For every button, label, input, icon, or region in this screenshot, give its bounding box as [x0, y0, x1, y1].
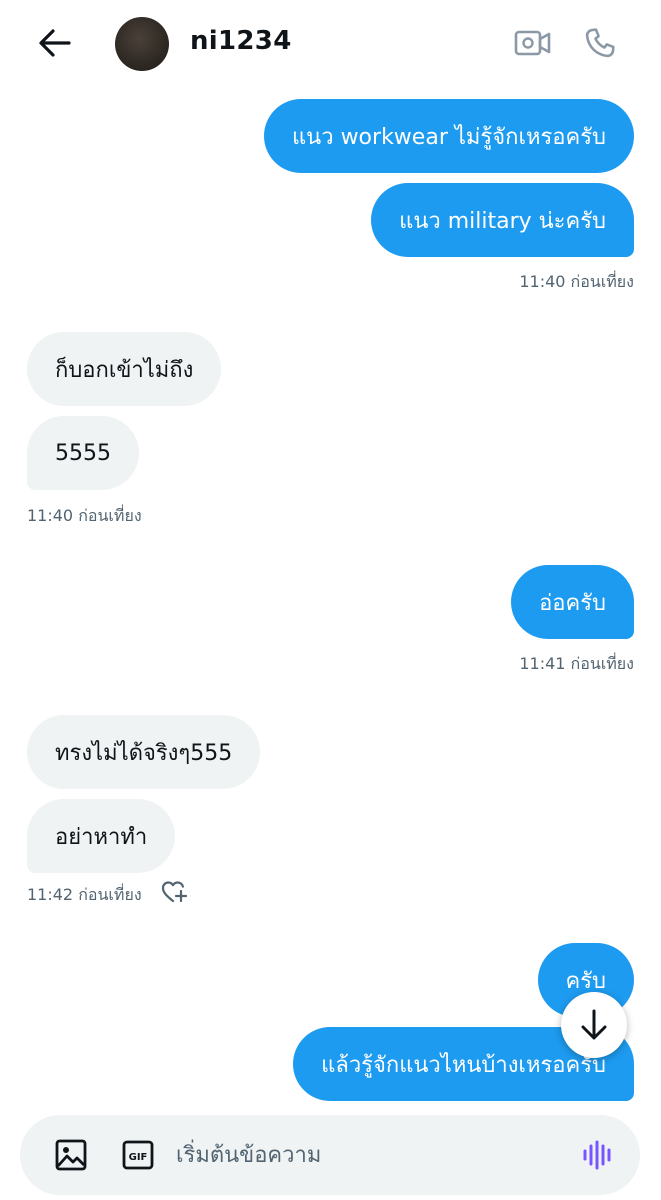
video-camera-icon [514, 30, 551, 56]
voice-wave-icon [583, 1140, 611, 1170]
phone-icon [585, 28, 615, 58]
message-bubble[interactable]: ทรงไม่ได้จริงๆ555 [27, 715, 261, 789]
message-bubble[interactable]: ก็บอกเข้าไม่ถึง [27, 332, 222, 406]
arrow-down-icon [581, 1009, 607, 1040]
message-input[interactable] [176, 1133, 556, 1177]
add-gif-button[interactable]: GIF [118, 1135, 158, 1175]
message-bubble[interactable]: 5555 [27, 416, 139, 490]
back-button[interactable] [34, 24, 76, 62]
scroll-to-bottom-button[interactable] [561, 992, 627, 1058]
voice-message-button[interactable] [577, 1135, 617, 1175]
message-timestamp: 11:42 ก่อนเที่ยง [27, 885, 142, 904]
message-timestamp: 11:41 ก่อนเที่ยง [519, 654, 634, 673]
image-icon [55, 1139, 87, 1171]
gif-icon: GIF [122, 1140, 154, 1170]
voice-call-button[interactable] [580, 22, 620, 64]
message-bubble[interactable]: อย่าหาทำ [27, 799, 176, 873]
message-composer: GIF [20, 1115, 640, 1195]
conversation-header: ni1234 [0, 0, 661, 88]
message-timestamp: 11:40 ก่อนเที่ยง [519, 272, 634, 291]
gif-label: GIF [129, 1152, 148, 1163]
avatar[interactable] [115, 17, 169, 71]
conversation-username[interactable]: ni1234 [190, 26, 292, 56]
message-bubble[interactable]: แนว workwear ไม่รู้จักเหรอครับ [264, 99, 634, 173]
video-call-button[interactable] [513, 22, 553, 64]
message-bubble[interactable]: อ่อครับ [511, 565, 634, 639]
heart-plus-icon [161, 881, 188, 903]
message-bubble[interactable]: แนว military น่ะครับ [371, 183, 634, 257]
add-image-button[interactable] [51, 1135, 91, 1175]
message-timestamp: 11:40 ก่อนเที่ยง [27, 506, 142, 525]
add-reaction-button[interactable] [160, 878, 188, 906]
arrow-left-icon [39, 29, 71, 57]
